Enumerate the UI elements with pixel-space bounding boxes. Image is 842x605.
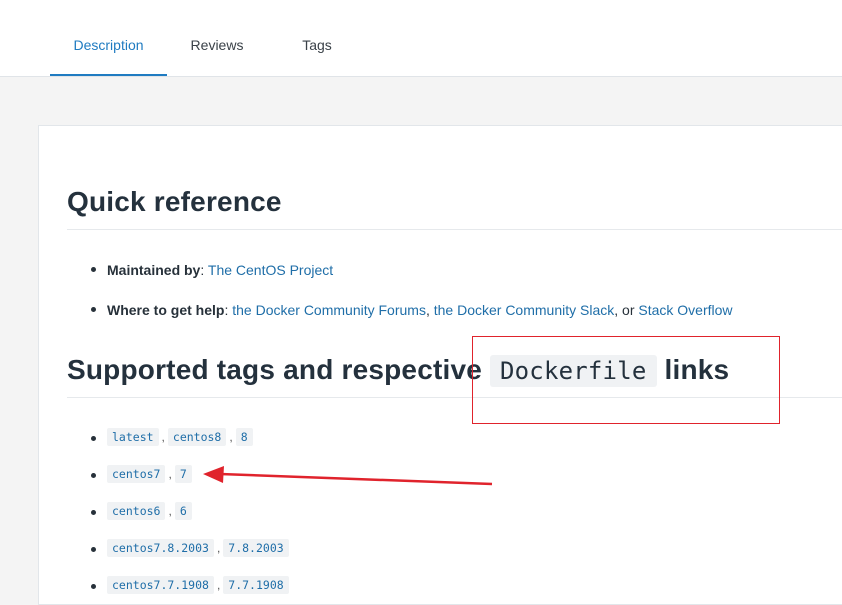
maintained-by-item: Maintained by: The CentOS Project [107,262,334,278]
bullet-icon [91,547,96,552]
tag-row: centos7, 7 [107,465,192,483]
divider [67,229,842,230]
help-label: Where to get help [107,302,225,318]
tag-link[interactable]: 7.8.2003 [223,539,289,557]
bullet-icon [91,267,96,272]
quick-reference-heading: Quick reference [67,186,282,217]
docker-forums-link[interactable]: the Docker Community Forums [232,302,426,318]
tag-row: centos7.7.1908, 7.7.1908 [107,576,289,594]
bullet-icon [91,510,96,515]
tag-link[interactable]: latest [107,428,159,446]
tag-link[interactable]: 8 [235,428,253,446]
tag-link[interactable]: centos6 [107,502,166,520]
tag-link[interactable]: 7.7.1908 [223,576,289,594]
where-to-get-help-item: Where to get help: the Docker Community … [107,302,733,318]
bullet-icon [91,307,96,312]
bullet-icon [91,473,96,478]
or-text: or [622,302,635,318]
bullet-icon [91,436,96,441]
tag-row: centos7.8.2003, 7.8.2003 [107,539,289,557]
centos-project-link[interactable]: The CentOS Project [208,262,333,278]
tag-link[interactable]: 6 [174,502,192,520]
tag-link[interactable]: centos7.8.2003 [107,539,214,557]
tag-row: latest, centos8, 8 [107,428,253,446]
tab-reviews[interactable]: Reviews [177,0,257,76]
maintained-by-label: Maintained by [107,262,201,278]
tab-tags[interactable]: Tags [287,0,347,76]
docker-slack-link[interactable]: the Docker Community Slack [434,302,615,318]
supported-tags-title-prefix: Supported tags and respective [67,354,483,385]
tag-link[interactable]: 7 [174,465,192,483]
stack-overflow-link[interactable]: Stack Overflow [638,302,732,318]
tag-row: centos6, 6 [107,502,192,520]
tag-link[interactable]: centos7.7.1908 [107,576,214,594]
tab-description[interactable]: Description [50,0,167,76]
annotation-highlight-box [472,336,780,424]
tag-link[interactable]: centos8 [167,428,227,446]
tab-bar: Description Reviews Tags [0,0,842,77]
tag-link[interactable]: centos7 [107,465,166,483]
